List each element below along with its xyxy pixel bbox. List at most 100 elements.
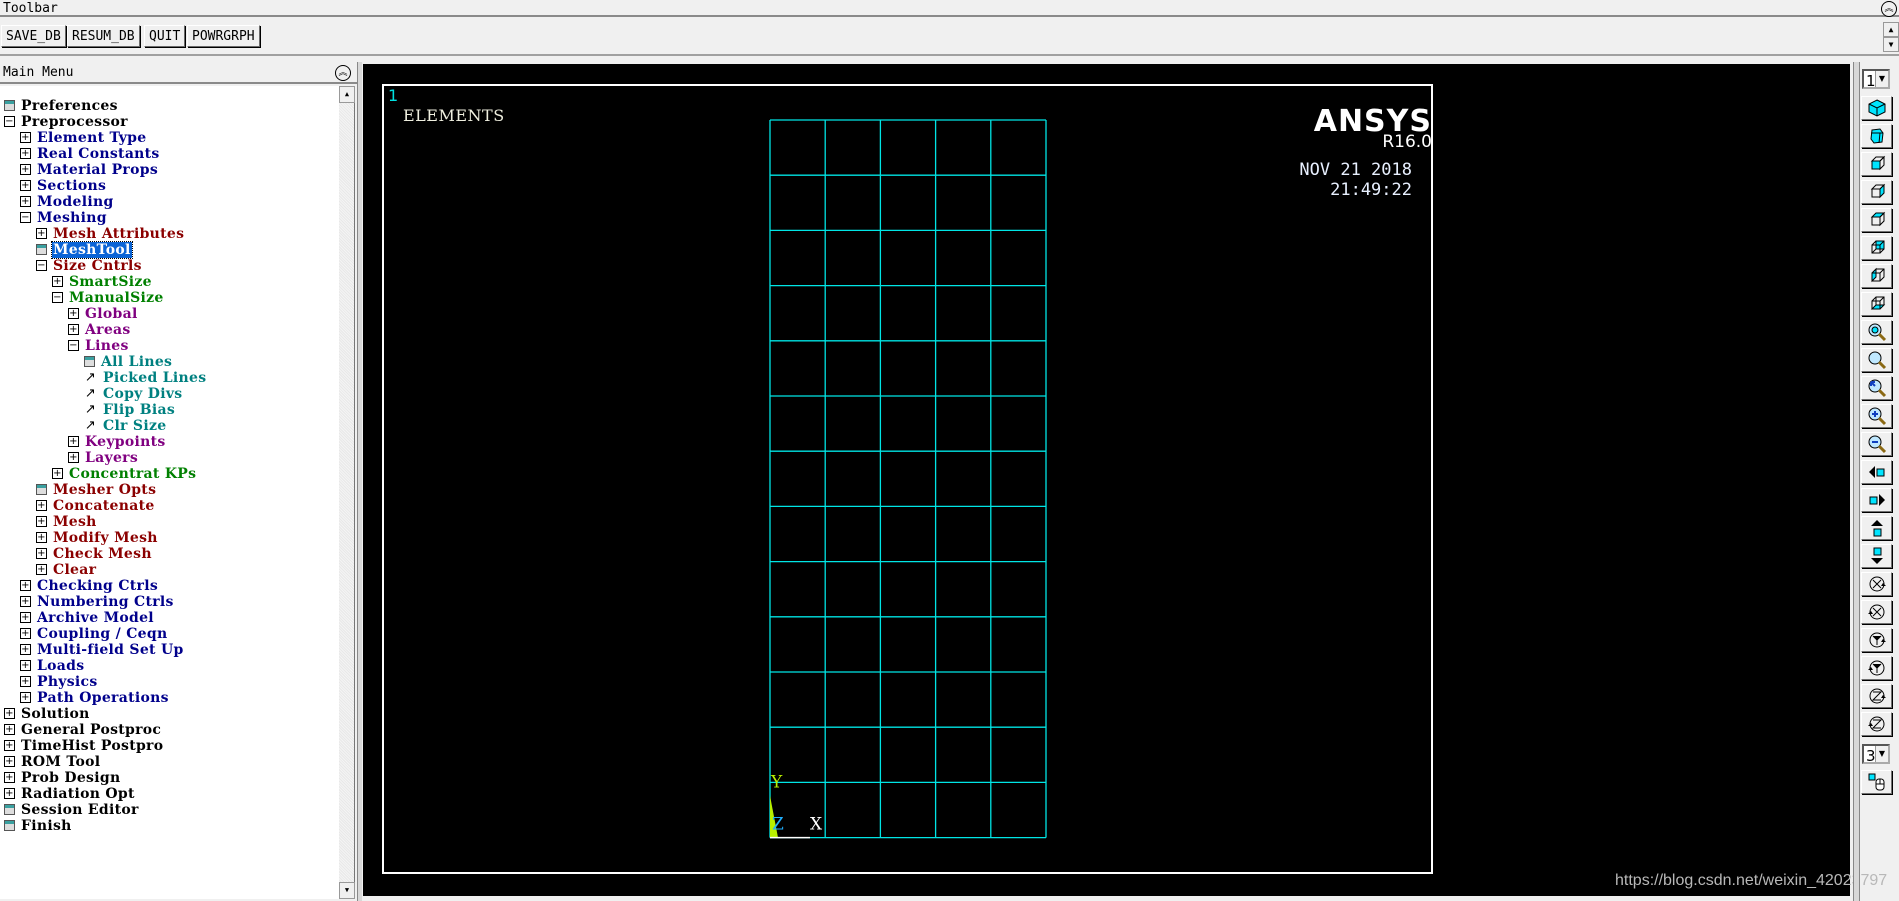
menu-item-size-cntrls[interactable]: − Size Cntrls — [36, 258, 143, 274]
menu-item-rom-tool[interactable]: + ROM Tool — [4, 754, 101, 770]
expand-icon[interactable]: + — [36, 547, 47, 559]
menu-item-material-props[interactable]: + Material Props — [20, 162, 159, 178]
menu-item-timehist-postpro[interactable]: + TimeHist Postpro — [4, 738, 164, 754]
expand-icon[interactable]: + — [20, 595, 31, 607]
menu-item-mesher-opts[interactable]: Mesher Opts — [36, 482, 157, 498]
rotate-x-pos-button[interactable] — [1861, 572, 1892, 596]
iso-view-button[interactable] — [1861, 96, 1892, 120]
expand-icon[interactable]: + — [20, 611, 31, 623]
menu-item-archive-model[interactable]: + Archive Model — [20, 610, 155, 626]
rotate-z-neg-button[interactable] — [1861, 712, 1892, 736]
zoom-out-button[interactable] — [1861, 432, 1892, 456]
expand-icon[interactable]: + — [20, 675, 31, 687]
expand-icon[interactable]: + — [20, 179, 31, 191]
menu-item-multi-field-set-up[interactable]: + Multi-field Set Up — [20, 642, 185, 658]
menu-item-areas[interactable]: + Areas — [68, 322, 132, 338]
collapse-icon[interactable]: − — [36, 259, 47, 271]
menu-item-modeling[interactable]: + Modeling — [20, 194, 115, 210]
scroll-down-icon[interactable]: ▼ — [1883, 37, 1899, 52]
expand-icon[interactable]: + — [4, 723, 15, 735]
menu-item-session-editor[interactable]: Session Editor — [4, 802, 140, 818]
menu-item-flip-bias[interactable]: ↗ Flip Bias — [84, 402, 176, 418]
resume-db-button[interactable]: RESUM_DB — [67, 25, 140, 47]
collapse-icon[interactable]: − — [20, 211, 31, 223]
top-view-button[interactable] — [1861, 208, 1892, 232]
expand-icon[interactable]: + — [36, 515, 47, 527]
expand-icon[interactable]: + — [52, 467, 63, 479]
expand-icon[interactable]: + — [68, 323, 79, 335]
expand-icon[interactable]: + — [4, 771, 15, 783]
menu-item-physics[interactable]: + Physics — [20, 674, 99, 690]
zoom-back-button[interactable] — [1861, 376, 1892, 400]
menu-item-meshtool[interactable]: MeshTool — [36, 241, 133, 259]
zoom-button[interactable] — [1861, 348, 1892, 372]
expand-icon[interactable]: + — [20, 579, 31, 591]
expand-icon[interactable]: + — [36, 531, 47, 543]
expand-icon[interactable]: + — [4, 739, 15, 751]
expand-icon[interactable]: + — [68, 307, 79, 319]
pan-up-button[interactable] — [1861, 516, 1892, 540]
menu-item-check-mesh[interactable]: + Check Mesh — [36, 546, 153, 562]
scroll-up-icon[interactable]: ▲ — [339, 86, 355, 103]
panel-splitter[interactable] — [357, 62, 362, 901]
menu-item-copy-divs[interactable]: ↗ Copy Divs — [84, 386, 183, 402]
menu-item-lines[interactable]: − Lines — [68, 338, 130, 354]
scroll-up-icon[interactable]: ▲ — [1883, 22, 1899, 37]
expand-icon[interactable]: + — [68, 451, 79, 463]
chevron-down-icon[interactable]: ▼ — [1875, 746, 1888, 762]
menu-scrollbar[interactable]: ▲ ▼ — [339, 86, 355, 899]
menu-item-modify-mesh[interactable]: + Modify Mesh — [36, 530, 159, 546]
menu-item-loads[interactable]: + Loads — [20, 658, 85, 674]
menu-item-coupling-ceqn[interactable]: + Coupling / Ceqn — [20, 626, 168, 642]
menu-item-preprocessor[interactable]: − Preprocessor — [4, 114, 129, 130]
menu-item-prob-design[interactable]: + Prob Design — [4, 770, 121, 786]
menu-item-element-type[interactable]: + Element Type — [20, 130, 147, 146]
rate-select[interactable]: 3 ▼ — [1862, 744, 1890, 765]
menu-item-global[interactable]: + Global — [68, 306, 139, 322]
expand-icon[interactable]: + — [4, 787, 15, 799]
collapse-icon[interactable]: − — [52, 291, 63, 303]
menu-item-clear[interactable]: + Clear — [36, 562, 97, 578]
menu-item-radiation-opt[interactable]: + Radiation Opt — [4, 786, 136, 802]
rotate-x-neg-button[interactable] — [1861, 600, 1892, 624]
expand-icon[interactable]: + — [36, 499, 47, 511]
oblique-view-button[interactable] — [1861, 124, 1892, 148]
menu-item-mesh[interactable]: + Mesh — [36, 514, 98, 530]
menu-item-all-lines[interactable]: All Lines — [84, 354, 173, 370]
expand-icon[interactable]: + — [68, 435, 79, 447]
menu-item-manualsize[interactable]: − ManualSize — [52, 290, 165, 306]
menu-item-preferences[interactable]: Preferences — [4, 98, 119, 114]
menu-item-finish[interactable]: Finish — [4, 818, 73, 834]
expand-icon[interactable]: + — [20, 691, 31, 703]
expand-icon[interactable]: + — [20, 195, 31, 207]
quit-button[interactable]: QUIT — [144, 25, 186, 47]
menu-item-meshing[interactable]: − Meshing — [20, 210, 108, 226]
expand-icon[interactable]: + — [20, 147, 31, 159]
menu-item-clr-size[interactable]: ↗ Clr Size — [84, 418, 167, 434]
pan-left-button[interactable] — [1861, 460, 1892, 484]
rotate-z-pos-button[interactable] — [1861, 684, 1892, 708]
menu-item-picked-lines[interactable]: ↗ Picked Lines — [84, 370, 207, 386]
pan-down-button[interactable] — [1861, 544, 1892, 568]
menu-item-numbering-ctrls[interactable]: + Numbering Ctrls — [20, 594, 175, 610]
back-view-button[interactable] — [1861, 236, 1892, 260]
window-select[interactable]: 1 ▼ — [1862, 69, 1890, 90]
expand-icon[interactable]: + — [20, 131, 31, 143]
pan-right-button[interactable] — [1861, 488, 1892, 512]
graphics-window[interactable]: 1 ELEMENTS ANSYS R16.0 NOV 21 2018 21:49… — [363, 64, 1850, 896]
collapse-toolbar-icon[interactable]: ︽ — [1881, 1, 1897, 17]
menu-item-concatenate[interactable]: + Concatenate — [36, 498, 156, 514]
menu-item-checking-ctrls[interactable]: + Checking Ctrls — [20, 578, 159, 594]
bottom-view-button[interactable] — [1861, 292, 1892, 316]
collapse-icon[interactable]: − — [4, 115, 15, 127]
dynamic-mode-button[interactable] — [1861, 770, 1892, 794]
chevron-down-icon[interactable]: ▼ — [1875, 71, 1888, 87]
menu-item-sections[interactable]: + Sections — [20, 178, 107, 194]
menu-item-keypoints[interactable]: + Keypoints — [68, 434, 167, 450]
menu-item-smartsize[interactable]: + SmartSize — [52, 274, 153, 290]
rotate-y-neg-button[interactable] — [1861, 656, 1892, 680]
rotate-y-pos-button[interactable] — [1861, 628, 1892, 652]
zoom-in-button[interactable] — [1861, 404, 1892, 428]
menu-item-layers[interactable]: + Layers — [68, 450, 139, 466]
expand-icon[interactable]: + — [20, 163, 31, 175]
